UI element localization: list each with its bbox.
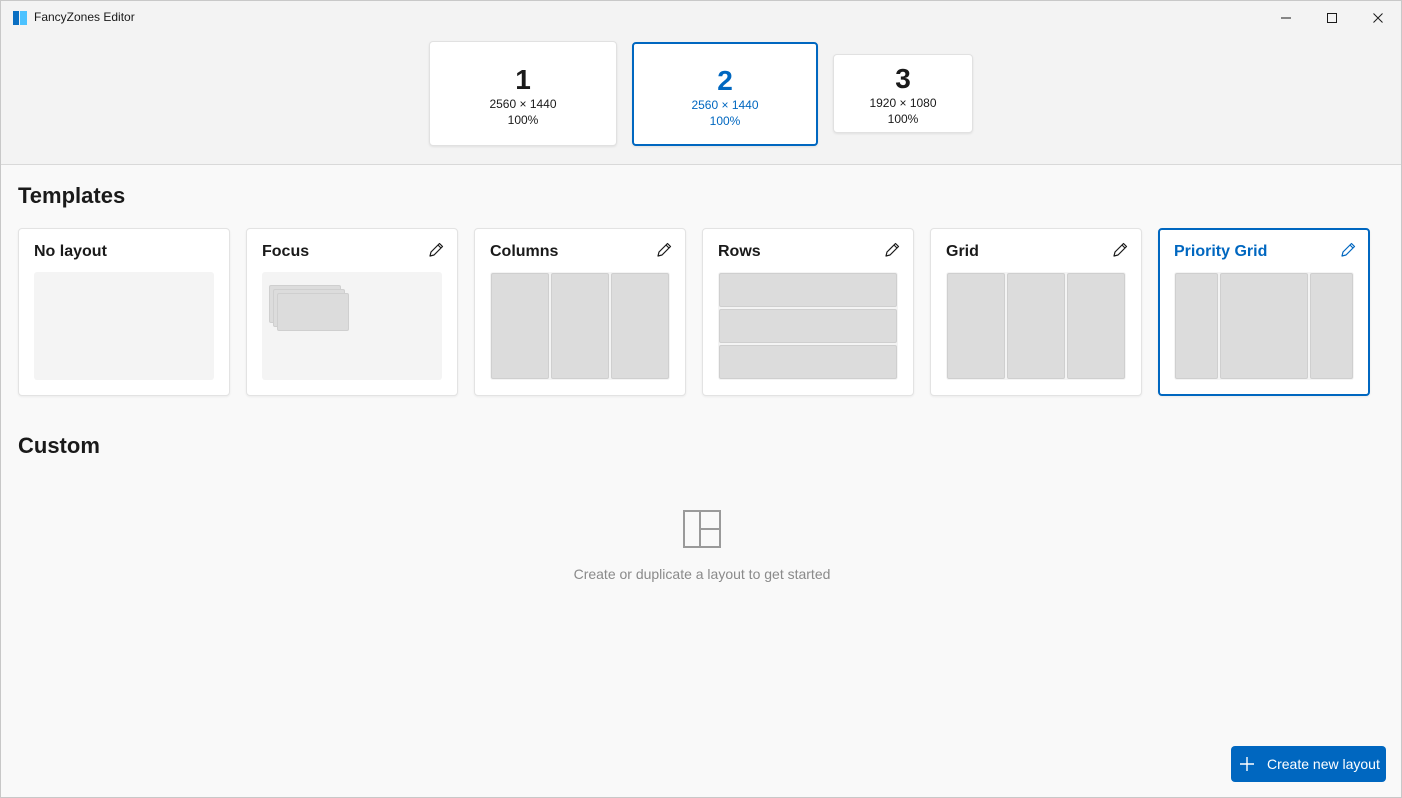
- template-grid[interactable]: Grid: [930, 228, 1142, 396]
- template-columns[interactable]: Columns: [474, 228, 686, 396]
- maximize-button[interactable]: [1309, 1, 1355, 35]
- close-button[interactable]: [1355, 1, 1401, 35]
- template-label: Priority Grid: [1174, 243, 1268, 260]
- pencil-icon[interactable]: [1339, 241, 1357, 259]
- template-no-layout[interactable]: No layout: [18, 228, 230, 396]
- zone: [1067, 273, 1125, 379]
- zone: [719, 309, 897, 343]
- zone: [1175, 273, 1218, 379]
- zone: [719, 273, 897, 307]
- custom-heading: Custom: [18, 433, 100, 458]
- zone: [611, 273, 669, 379]
- monitor-number: 1: [515, 64, 531, 95]
- template-focus[interactable]: Focus: [246, 228, 458, 396]
- monitor-2[interactable]: 2 2560 × 1440 100%: [632, 42, 818, 146]
- fancyzones-editor-window: FancyZones Editor 1 2560 × 1440 100% 2 2…: [0, 0, 1402, 798]
- pencil-icon[interactable]: [427, 241, 445, 259]
- layout-preview: [34, 272, 214, 380]
- zone: [1007, 273, 1065, 379]
- zone: [1310, 273, 1353, 379]
- template-label: Columns: [490, 243, 559, 260]
- monitor-selector: 1 2560 × 1440 100% 2 2560 × 1440 100% 3 …: [1, 35, 1401, 165]
- monitor-resolution: 1920 × 1080: [869, 96, 937, 110]
- layout-preview: [490, 272, 670, 380]
- empty-state-message: Create or duplicate a layout to get star…: [573, 566, 831, 582]
- zone: [1220, 273, 1308, 379]
- monitor-3[interactable]: 3 1920 × 1080 100%: [833, 54, 973, 133]
- template-label: No layout: [34, 243, 107, 260]
- monitor-resolution: 2560 × 1440: [489, 97, 557, 111]
- layout-preview: [262, 272, 442, 380]
- monitor-1[interactable]: 1 2560 × 1440 100%: [429, 41, 617, 146]
- create-new-layout-button[interactable]: Create new layout: [1231, 746, 1386, 782]
- pencil-icon[interactable]: [655, 241, 673, 259]
- maximize-icon: [1327, 13, 1337, 23]
- minimize-icon: [1281, 17, 1291, 19]
- monitor-number: 3: [895, 63, 911, 94]
- template-label: Grid: [946, 243, 979, 260]
- zone: [947, 273, 1005, 379]
- layout-preview: [946, 272, 1126, 380]
- monitor-scale: 100%: [709, 114, 741, 128]
- template-label: Focus: [262, 243, 310, 260]
- templates-heading: Templates: [18, 183, 126, 208]
- layout-icon: [683, 510, 721, 548]
- zone: [551, 273, 609, 379]
- pencil-icon[interactable]: [1111, 241, 1129, 259]
- close-icon: [1373, 13, 1383, 23]
- template-priority-grid[interactable]: Priority Grid: [1158, 228, 1370, 396]
- pencil-icon[interactable]: [883, 241, 901, 259]
- template-rows[interactable]: Rows: [702, 228, 914, 396]
- minimize-button[interactable]: [1263, 1, 1309, 35]
- monitor-scale: 100%: [507, 113, 539, 127]
- zone: [491, 273, 549, 379]
- zone: [277, 293, 349, 331]
- monitor-number: 2: [717, 65, 733, 96]
- template-label: Rows: [718, 243, 761, 260]
- layout-preview: [1174, 272, 1354, 380]
- monitor-scale: 100%: [887, 112, 919, 126]
- monitor-resolution: 2560 × 1440: [691, 98, 759, 112]
- fancyzones-icon: [13, 11, 27, 25]
- title-bar: FancyZones Editor: [1, 1, 1401, 35]
- create-new-layout-label: Create new layout: [1267, 756, 1380, 772]
- plus-icon: [1240, 757, 1254, 771]
- zone: [719, 345, 897, 379]
- layout-preview: [718, 272, 898, 380]
- window-title: FancyZones Editor: [34, 10, 135, 24]
